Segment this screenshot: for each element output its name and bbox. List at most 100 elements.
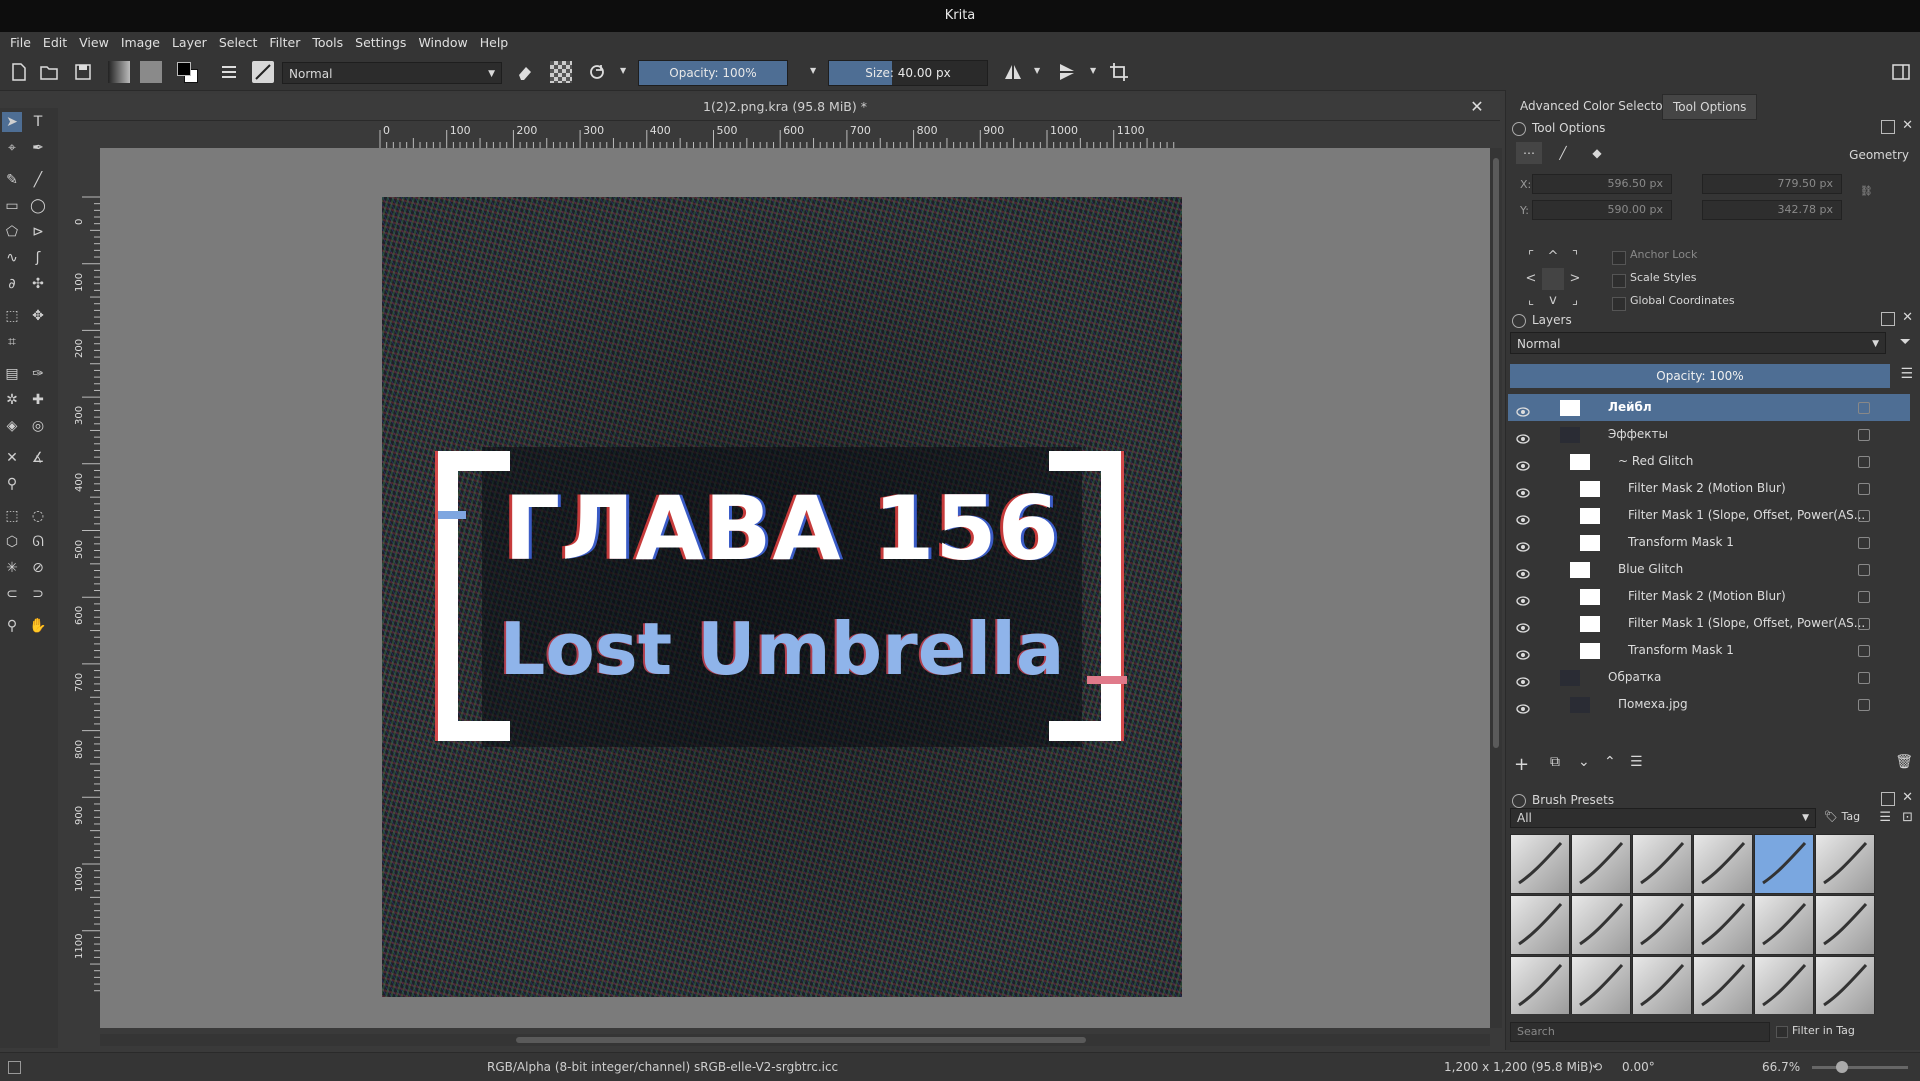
- eraser-icon[interactable]: [514, 61, 536, 83]
- close-docker-icon[interactable]: ✕: [1902, 118, 1913, 133]
- selection-display-icon[interactable]: [8, 1061, 21, 1074]
- visibility-eye-icon[interactable]: [1516, 671, 1530, 687]
- chevron-down-icon[interactable]: ▼: [1034, 66, 1040, 75]
- brush-preset-tile[interactable]: [1693, 956, 1753, 1014]
- freehand-path-tool-icon[interactable]: ʃ: [28, 248, 48, 268]
- similar-select-tool-icon[interactable]: ⊘: [28, 558, 48, 578]
- brush-preset-tile[interactable]: [1754, 956, 1814, 1014]
- layer-lock-icon[interactable]: [1858, 699, 1870, 711]
- dynamic-brush-tool-icon[interactable]: ∂: [2, 274, 22, 294]
- select-mode-icon[interactable]: ⋯: [1516, 142, 1542, 164]
- move-layer-up-icon[interactable]: ⌃: [1604, 754, 1616, 770]
- y-position-field[interactable]: 590.00 px: [1532, 200, 1672, 220]
- layer-row[interactable]: Filter Mask 1 (Slope, Offset, Power(AS..…: [1508, 610, 1910, 637]
- move-layer-down-icon[interactable]: ⌄: [1578, 754, 1590, 770]
- layer-list[interactable]: Лейбл Эффекты ~ Red Glitch Filter Mask 2 (M…: [1506, 394, 1916, 718]
- menu-edit[interactable]: Edit: [37, 32, 73, 54]
- brush-preset-tile[interactable]: [1815, 956, 1875, 1014]
- add-layer-icon[interactable]: +: [1514, 754, 1529, 775]
- layer-lock-icon[interactable]: [1858, 483, 1870, 495]
- layer-row[interactable]: Лейбл: [1508, 394, 1910, 421]
- layer-lock-icon[interactable]: [1858, 429, 1870, 441]
- delete-layer-icon[interactable]: 🗑: [1895, 754, 1913, 770]
- layer-row[interactable]: Помеха.jpg: [1508, 691, 1910, 718]
- chevron-down-icon[interactable]: ▼: [810, 66, 816, 75]
- vertical-scroll-thumb[interactable]: [1493, 158, 1499, 748]
- menu-image[interactable]: Image: [115, 32, 166, 54]
- float-docker-icon[interactable]: [1881, 312, 1895, 326]
- enclose-fill-tool-icon[interactable]: ◎: [28, 416, 48, 436]
- mirror-vertical-icon[interactable]: [1056, 61, 1078, 83]
- close-docker-icon[interactable]: ✕: [1902, 310, 1913, 325]
- layer-lock-icon[interactable]: [1858, 537, 1870, 549]
- menu-settings[interactable]: Settings: [349, 32, 412, 54]
- magnetic-select-tool-icon[interactable]: ⊃: [28, 584, 48, 604]
- layer-lock-icon[interactable]: [1858, 591, 1870, 603]
- brush-settings-icon[interactable]: [218, 61, 240, 83]
- pan-tool-icon[interactable]: ✋: [28, 616, 48, 636]
- blend-mode-select[interactable]: Normal ▼: [282, 62, 502, 84]
- brush-preset-tile[interactable]: [1510, 895, 1570, 955]
- reference-images-tool-icon[interactable]: ⚲: [2, 474, 22, 494]
- layer-opacity-slider[interactable]: Opacity: 100%: [1510, 364, 1890, 388]
- brush-filter-select[interactable]: All ▼: [1510, 808, 1816, 828]
- menu-file[interactable]: File: [4, 32, 37, 54]
- save-icon[interactable]: [72, 61, 94, 83]
- freehand-brush-tool-icon[interactable]: ✎: [2, 170, 22, 190]
- aspect-lock-icon[interactable]: ⛓: [1860, 186, 1873, 197]
- move-tool-icon[interactable]: ✥: [28, 306, 48, 326]
- anchor-lock-checkbox[interactable]: [1612, 251, 1626, 265]
- brush-search-input[interactable]: Search: [1510, 1022, 1770, 1042]
- brush-preset-tile[interactable]: [1571, 956, 1631, 1014]
- height-field[interactable]: 342.78 px: [1702, 200, 1842, 220]
- pattern-preset-icon[interactable]: [140, 61, 162, 83]
- brush-preset-tile[interactable]: [1571, 895, 1631, 955]
- visibility-eye-icon[interactable]: [1516, 509, 1530, 525]
- layer-row[interactable]: Эффекты: [1508, 421, 1910, 448]
- menu-select[interactable]: Select: [213, 32, 264, 54]
- zoom-slider-handle[interactable]: [1836, 1061, 1848, 1073]
- visibility-eye-icon[interactable]: [1516, 482, 1530, 498]
- visibility-eye-icon[interactable]: [1516, 401, 1530, 417]
- menu-help[interactable]: Help: [474, 32, 515, 54]
- brush-preset-grid[interactable]: [1510, 834, 1890, 1014]
- select-shapes-tool-icon[interactable]: ➤: [2, 112, 22, 132]
- layer-row[interactable]: Transform Mask 1: [1508, 529, 1910, 556]
- width-field[interactable]: 779.50 px: [1702, 174, 1842, 194]
- size-slider[interactable]: Size: 40.00 px: [828, 60, 988, 86]
- x-position-field[interactable]: 596.50 px: [1532, 174, 1672, 194]
- rotation-icon[interactable]: ⟲: [1592, 1053, 1602, 1081]
- crop-tool-icon[interactable]: ⌗: [2, 332, 22, 352]
- anchor-point-grid[interactable]: ⌜ ^ ⌝ < > ⌞ v ⌟: [1520, 246, 1586, 312]
- open-document-icon[interactable]: [38, 61, 60, 83]
- preserve-alpha-icon[interactable]: [550, 61, 572, 83]
- polygon-select-tool-icon[interactable]: ⬡: [2, 532, 22, 552]
- float-docker-icon[interactable]: [1881, 120, 1895, 134]
- layer-row[interactable]: Blue Glitch: [1508, 556, 1910, 583]
- layer-row[interactable]: Transform Mask 1: [1508, 637, 1910, 664]
- wrap-around-icon[interactable]: [1108, 61, 1130, 83]
- layer-row[interactable]: ~ Red Glitch: [1508, 448, 1910, 475]
- brush-preset-tile[interactable]: [1571, 834, 1631, 894]
- layer-lock-icon[interactable]: [1858, 672, 1870, 684]
- brush-preset-tile[interactable]: [1693, 834, 1753, 894]
- menu-window[interactable]: Window: [412, 32, 473, 54]
- brush-preset-icon[interactable]: [252, 61, 274, 83]
- brush-preset-tile[interactable]: [1632, 956, 1692, 1014]
- layer-lock-icon[interactable]: [1858, 510, 1870, 522]
- filter-icon[interactable]: ⏷: [1900, 334, 1911, 350]
- text-tool-icon[interactable]: T: [28, 112, 48, 132]
- stroke-mode-icon[interactable]: ╱: [1550, 142, 1576, 164]
- bezier-tool-icon[interactable]: ∿: [2, 248, 22, 268]
- transform-tool-icon[interactable]: ⬚: [2, 306, 22, 326]
- horizontal-scroll-thumb[interactable]: [516, 1037, 1086, 1043]
- brush-preset-tile[interactable]: [1754, 834, 1814, 894]
- dock-toggle-icon[interactable]: [1890, 61, 1912, 83]
- close-docker-icon[interactable]: ✕: [1902, 790, 1913, 805]
- gradient-tool-icon[interactable]: ▤: [2, 364, 22, 384]
- visibility-eye-icon[interactable]: [1516, 698, 1530, 714]
- layer-lock-icon[interactable]: [1858, 618, 1870, 630]
- line-tool-icon[interactable]: ╱: [28, 170, 48, 190]
- visibility-eye-icon[interactable]: [1516, 644, 1530, 660]
- color-picker-tool-icon[interactable]: ✑: [28, 364, 48, 384]
